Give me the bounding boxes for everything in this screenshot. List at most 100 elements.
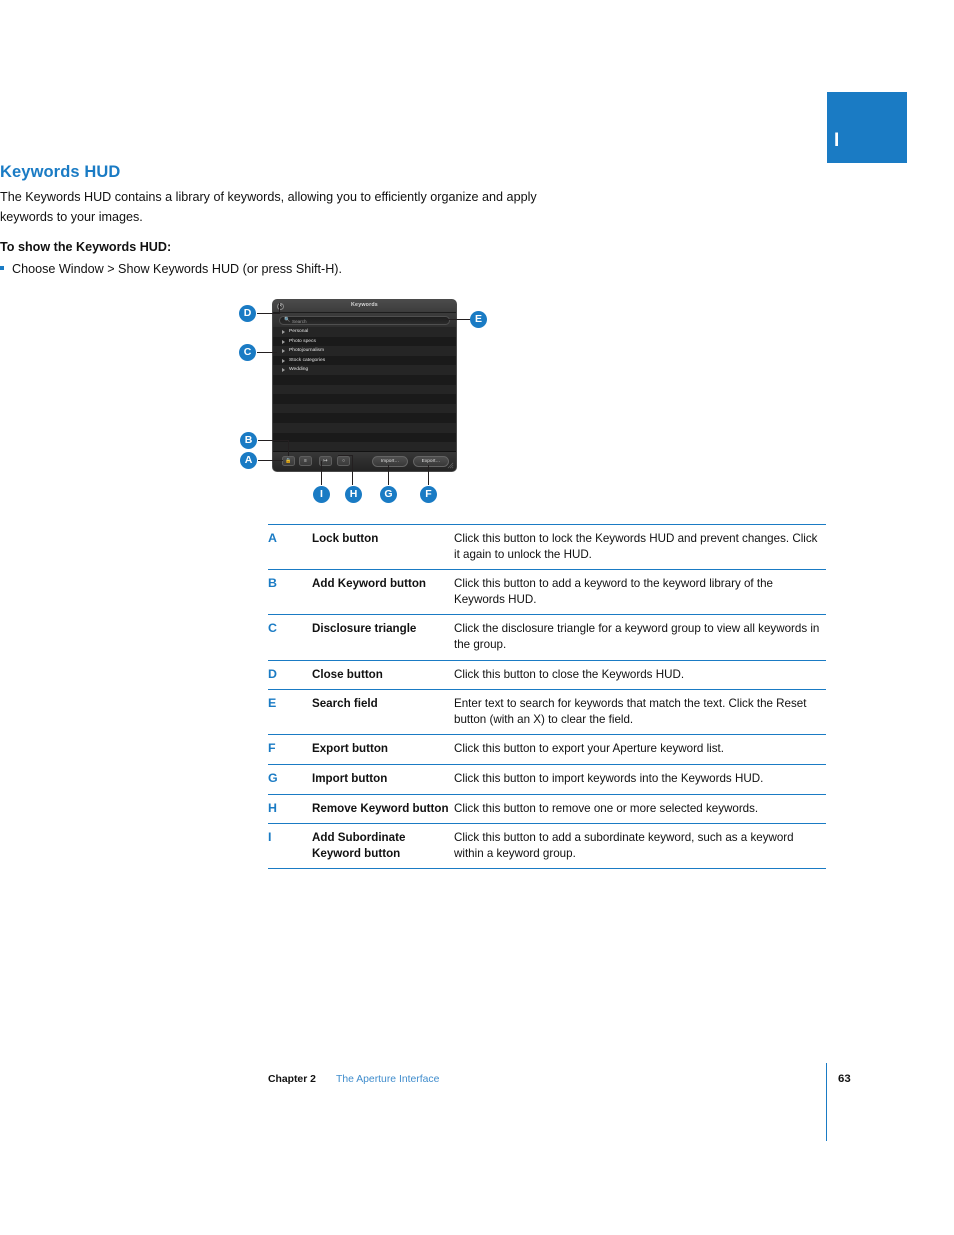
list-item[interactable]: Photojournalism	[273, 346, 456, 356]
table-row: F Export button Click this button to exp…	[268, 735, 826, 765]
resize-grip-icon[interactable]	[447, 462, 454, 469]
leader-line-f	[428, 465, 429, 485]
search-icon: 🔍	[284, 317, 291, 324]
row-letter: F	[268, 741, 276, 756]
howto-step-item: Choose Window > Show Keywords HUD (or pr…	[0, 260, 552, 278]
hud-titlebar: ✕ Keywords	[273, 300, 456, 313]
search-input[interactable]: 🔍 Search	[279, 316, 450, 325]
page-title: Keywords HUD	[0, 163, 121, 181]
keyword-label: Photo specs	[289, 338, 316, 344]
disclosure-triangle-icon[interactable]	[282, 330, 285, 334]
remove-keyword-icon: ○	[341, 457, 346, 464]
lock-icon: 🔒	[285, 457, 292, 464]
table-row: C Disclosure triangle Click the disclosu…	[268, 615, 826, 661]
leader-line-h	[352, 455, 353, 485]
table-row: A Lock button Click this button to lock …	[268, 524, 826, 570]
disclosure-triangle-icon[interactable]	[282, 349, 285, 354]
footer-divider	[826, 1063, 827, 1141]
list-item[interactable]: Wedding	[273, 365, 456, 375]
keywords-hud-window: ✕ Keywords 🔍 Search Personal Photo specs…	[272, 299, 457, 472]
chapter-tab-letter: I	[834, 130, 840, 151]
row-letter: H	[268, 800, 277, 815]
row-term: Export button	[312, 742, 388, 756]
footer-chapter-title: The Aperture Interface	[336, 1074, 440, 1085]
list-item-empty	[273, 384, 456, 395]
hud-window-title: Keywords	[351, 302, 378, 308]
export-button[interactable]: Export…	[413, 456, 449, 467]
keyword-list[interactable]: Personal Photo specs Photojournalism Sto…	[273, 327, 456, 462]
footer-page-number: 63	[838, 1073, 851, 1085]
row-letter: I	[268, 830, 272, 845]
table-row: I Add Subordinate Keyword button Click t…	[268, 824, 826, 869]
disclosure-triangle-icon[interactable]	[282, 368, 285, 373]
callout-d: D	[239, 305, 256, 322]
list-item-empty	[273, 403, 456, 414]
intro-paragraph: The Keywords HUD contains a library of k…	[0, 190, 537, 224]
list-item[interactable]: Stock categories	[273, 355, 456, 366]
row-letter: A	[268, 531, 277, 545]
callout-c: C	[239, 344, 256, 361]
row-letter: B	[268, 576, 277, 591]
add-keyword-button[interactable]: ≡	[299, 456, 312, 466]
table-row: D Close button Click this button to clos…	[268, 660, 826, 690]
list-item[interactable]: Photo specs	[273, 336, 456, 347]
leader-line-b	[258, 440, 288, 441]
list-item-empty	[273, 422, 456, 433]
leader-line-b-vertical	[288, 440, 289, 456]
table-row: B Add Keyword button Click this button t…	[268, 570, 826, 615]
row-term: Search field	[312, 697, 378, 711]
callout-a: A	[240, 452, 257, 469]
disclosure-triangle-icon[interactable]	[282, 339, 285, 344]
callout-h: H	[345, 486, 362, 503]
callout-f: F	[420, 486, 437, 503]
leader-line-d-vertical	[279, 303, 280, 314]
leader-line-c	[257, 352, 277, 353]
row-letter: D	[268, 666, 277, 681]
footer-chapter: Chapter 2	[268, 1074, 316, 1085]
keyword-label: Photojournalism	[289, 348, 325, 354]
table-row: H Remove Keyword button Click this butto…	[268, 794, 826, 824]
callout-i: I	[313, 486, 330, 503]
remove-keyword-button[interactable]: ○	[337, 456, 350, 466]
row-term: Add Subordinate Keyword button	[312, 831, 406, 860]
row-term: Close button	[312, 667, 383, 681]
list-item[interactable]: Personal	[273, 327, 456, 337]
row-term: Disclosure triangle	[312, 622, 417, 636]
list-item-empty	[273, 394, 456, 404]
search-placeholder: Search	[292, 318, 307, 324]
leader-line-g	[388, 465, 389, 485]
row-letter: E	[268, 696, 277, 711]
row-description: Click this button to export your Apertur…	[454, 742, 724, 756]
add-keyword-icon: ≡	[304, 457, 307, 464]
disclosure-triangle-icon[interactable]	[282, 358, 285, 363]
row-description: Click this button to close the Keywords …	[454, 667, 685, 681]
leader-line-h-horizontal	[338, 455, 353, 456]
leader-line-i	[321, 461, 322, 485]
callout-e: E	[470, 311, 487, 328]
chapter-tab: I	[827, 92, 907, 163]
import-button[interactable]: Import…	[372, 456, 408, 467]
row-term: Remove Keyword button	[312, 801, 449, 815]
row-term: Lock button	[312, 532, 379, 545]
row-description: Click the disclosure triangle for a keyw…	[454, 622, 820, 651]
row-description: Click this button to add a subordinate k…	[454, 831, 794, 860]
keyword-label: Personal	[289, 329, 309, 334]
import-button-label: Import…	[380, 459, 400, 465]
row-term: Add Keyword button	[312, 577, 426, 591]
leader-line-e	[446, 319, 471, 320]
table-row: G Import button Click this button to imp…	[268, 764, 826, 795]
row-description: Click this button to add a keyword to th…	[454, 577, 773, 606]
table-row: E Search field Enter text to search for …	[268, 690, 826, 735]
row-letter: G	[268, 770, 278, 785]
export-button-label: Export…	[421, 459, 441, 465]
row-letter: C	[268, 621, 277, 636]
howto-step-text: Choose Window > Show Keywords HUD (or pr…	[12, 262, 342, 276]
row-description: Click this button to remove one or more …	[454, 801, 759, 815]
leader-line-a	[258, 460, 283, 461]
callout-b: B	[240, 432, 257, 449]
row-description: Enter text to search for keywords that m…	[454, 697, 807, 726]
leader-line-d	[257, 313, 279, 314]
lock-button[interactable]: 🔒	[282, 456, 295, 466]
list-item-empty	[273, 374, 456, 385]
list-item-empty	[273, 413, 456, 423]
